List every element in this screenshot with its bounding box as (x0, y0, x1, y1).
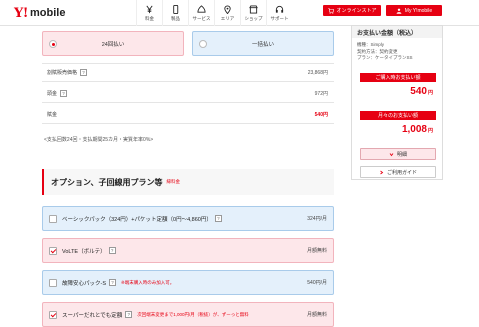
option-name: 故障安心パック-S (62, 280, 107, 287)
nav-item-service[interactable]: サービス (188, 0, 214, 26)
guide-button[interactable]: ご利用ガイド (360, 166, 436, 178)
cart-icon (327, 7, 334, 14)
monthly-payment-label: 月々のお支払い額 (360, 111, 436, 120)
purchase-payment-amount: 540円 (360, 86, 436, 97)
nav-label: サービス (192, 15, 211, 21)
amount-value: 540 (410, 86, 427, 97)
option-price: 540円/月 (307, 280, 327, 286)
yen-icon (146, 5, 153, 13)
my-ymobile-label: My Y!mobile (404, 7, 433, 14)
ymobile-logo[interactable]: Y! mobile (14, 4, 65, 22)
row-value: 972円 (314, 90, 328, 97)
global-nav: 料金 製品 サービス エリア ショップ サポート (136, 0, 292, 26)
option-note: 次回端末変更まで1,000円/月（税抜）が、ずーっと無料 (137, 311, 249, 317)
my-ymobile-button[interactable]: My Y!mobile (386, 5, 442, 16)
nav-item-products[interactable]: 製品 (162, 0, 188, 26)
option-note: ※端末購入時のみ加入可。 (121, 279, 175, 285)
option-checkbox[interactable] (49, 246, 57, 255)
help-icon[interactable]: ? (214, 215, 222, 222)
lump-sum-option[interactable]: 一括払い (192, 31, 334, 56)
logo-mark: Y! (14, 5, 29, 21)
price-row-installment: 賦金 540円 (42, 105, 334, 124)
amount-value: 1,008 (401, 124, 427, 135)
nav-label: 製品 (171, 15, 180, 21)
option-name: VoLTE（ボルテ） (62, 248, 106, 255)
options-title: オプション、子回線用プラン等 (51, 177, 163, 187)
map-pin-icon (224, 5, 231, 14)
option-repair-pack[interactable]: 故障安心パック-S? ※端末購入時のみ加入可。 540円/月 (42, 270, 334, 295)
details-button[interactable]: 明細 (360, 148, 436, 160)
option-checkbox[interactable] (49, 214, 57, 223)
row-value: 23,868円 (307, 70, 328, 76)
payment-summary-panel: お支払い金額（税込） 機種：Simply 契約方法：契約変更 プラン：ケータイプ… (351, 25, 443, 180)
nav-label: サポート (270, 15, 289, 21)
nav-label: 料金 (145, 15, 154, 21)
price-row-installment-price: 割賦販売価格? 23,868円 (42, 63, 334, 82)
price-row-down-payment: 頭金? 972円 (42, 84, 334, 103)
row-label: 割賦販売価格 (47, 70, 78, 76)
option-price: 月額無料 (306, 248, 327, 254)
online-store-label: オンラインストア (336, 8, 377, 14)
nav-item-area[interactable]: エリア (214, 0, 240, 26)
row-label: 頭金 (47, 90, 58, 97)
purchase-payment-label: ご購入時お支払い額 (360, 73, 436, 82)
help-icon[interactable]: ? (109, 279, 117, 286)
option-volte[interactable]: VoLTE（ボルテ）? 月額無料 (42, 238, 334, 263)
phone-icon (173, 4, 179, 14)
nav-item-price[interactable]: 料金 (136, 0, 162, 26)
details-label: 明細 (396, 151, 407, 158)
installment-label: 24回払い (101, 41, 125, 48)
option-price: 324円/月 (307, 216, 327, 222)
nav-label: エリア (220, 15, 235, 21)
site-header: Y! mobile 料金 製品 サービス エリア ショップ サポート オンライン… (0, 0, 479, 26)
option-price: 月額無料 (306, 312, 327, 318)
service-icon (197, 4, 206, 13)
online-store-button[interactable]: オンラインストア (323, 5, 381, 16)
summary-title: お支払い金額（税込） (352, 26, 442, 38)
row-value: 540円 (314, 111, 328, 118)
logo-text: mobile (30, 7, 66, 19)
chevron-down-icon (389, 152, 394, 156)
nav-item-shop[interactable]: ショップ (240, 0, 266, 26)
nav-item-support[interactable]: サポート (266, 0, 292, 26)
lump-sum-radio[interactable] (199, 40, 207, 48)
options-section-header: オプション、子回線用プラン等 縁料金 (42, 169, 334, 195)
help-icon[interactable]: ? (125, 311, 133, 318)
option-basic-pack[interactable]: ベーシックパック（324円）+パケット定額（0円～4,860円）? 324円/月 (42, 206, 334, 231)
option-super-flat-rate[interactable]: スーパーだれとでも定額? 次回端末変更まで1,000円/月（税抜）が、ずーっと無料… (42, 302, 334, 327)
chevron-right-icon (380, 170, 384, 174)
row-label: 賦金 (47, 111, 58, 118)
summary-info: 機種：Simply 契約方法：契約変更 プラン：ケータイプランSS (352, 38, 442, 62)
option-checkbox[interactable] (49, 278, 57, 287)
option-checkbox[interactable] (49, 310, 57, 319)
installment-note: <支払回数24回・支払期間25カ月・実質年率0%> (44, 137, 154, 143)
installment-option[interactable]: 24回払い (42, 31, 184, 56)
installment-radio[interactable] (49, 40, 57, 48)
guide-label: ご利用ガイド (386, 169, 417, 176)
headset-icon (275, 5, 284, 13)
nav-label: ショップ (244, 15, 263, 21)
option-name: ベーシックパック（324円）+パケット定額（0円～4,860円） (62, 216, 212, 223)
help-icon[interactable]: ? (80, 69, 88, 76)
option-name: スーパーだれとでも定額 (62, 312, 123, 319)
yen-unit: 円 (427, 90, 433, 96)
help-icon[interactable]: ? (60, 89, 68, 97)
user-icon (396, 8, 402, 14)
shop-icon (249, 4, 258, 14)
yen-unit: 円 (427, 128, 433, 134)
info-plan: プラン：ケータイプランSS (357, 55, 413, 60)
monthly-payment-amount: 1,008円 (360, 124, 436, 135)
options-badge: 縁料金 (166, 179, 181, 184)
help-icon[interactable]: ? (108, 247, 116, 254)
lump-sum-label: 一括払い (251, 41, 274, 48)
